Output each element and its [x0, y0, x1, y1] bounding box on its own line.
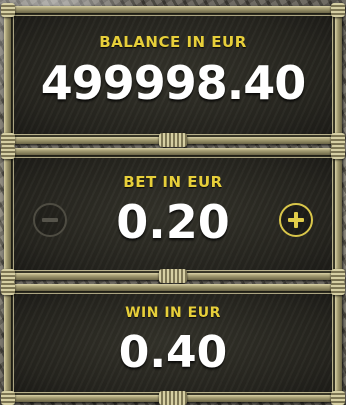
frame-knot [331, 281, 345, 295]
bet-increase-button[interactable] [279, 203, 313, 237]
win-value: 0.40 [118, 327, 228, 378]
frame-knot [331, 391, 345, 405]
frame-knot [159, 269, 187, 283]
frame-left [4, 283, 11, 403]
frame-knot [1, 145, 15, 159]
frame-right [335, 147, 342, 281]
frame-left [4, 147, 11, 281]
frame-knot [1, 391, 15, 405]
bet-panel: BET IN EUR 0.20 [1, 145, 345, 283]
frame-knot [331, 3, 345, 17]
frame-knot [331, 145, 345, 159]
frame-right [335, 5, 342, 145]
frame-top [5, 148, 341, 155]
frame-knot [1, 281, 15, 295]
frame-knot [159, 391, 187, 405]
frame-right [335, 283, 342, 403]
win-label: WIN IN EUR [125, 305, 221, 321]
plus-icon [288, 212, 304, 228]
bet-label: BET IN EUR [123, 173, 223, 191]
frame-knot [159, 133, 187, 147]
frame-knot [1, 3, 15, 17]
balance-value: 499998.40 [40, 56, 307, 110]
frame-left [4, 5, 11, 145]
balance-label: BALANCE IN EUR [99, 33, 247, 51]
frame-top [5, 284, 341, 291]
frame-top [5, 6, 341, 13]
balance-panel: BALANCE IN EUR 499998.40 [1, 3, 345, 147]
win-panel: WIN IN EUR 0.40 [1, 281, 345, 405]
